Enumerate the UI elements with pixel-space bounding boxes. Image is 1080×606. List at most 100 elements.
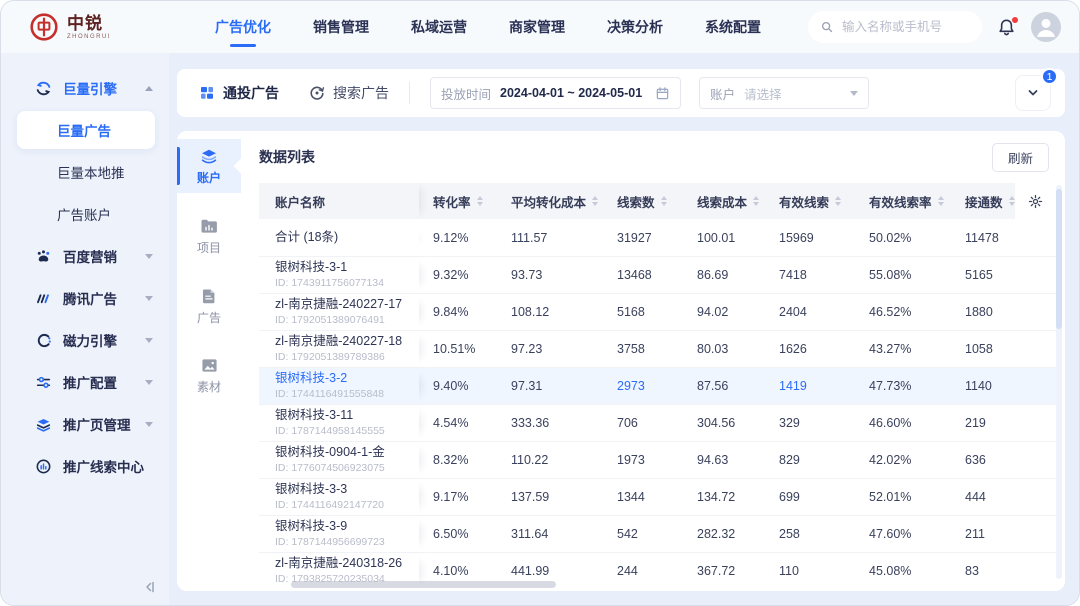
account-name-cell[interactable]: 银树科技-0904-1-金ID: 1776074506923075 xyxy=(259,445,419,475)
nav-item-system-config[interactable]: 系统配置 xyxy=(705,17,761,37)
search-input[interactable] xyxy=(840,19,970,35)
column-header-3[interactable]: 线索数 xyxy=(603,183,683,219)
sidebar-item-promo-config[interactable]: 推广配置 xyxy=(1,361,169,403)
metric-cell: 1973 xyxy=(603,453,683,467)
account-id: ID: 1744116491555848 xyxy=(275,388,419,401)
account-name[interactable]: 银树科技-3-1 xyxy=(275,260,419,276)
metric-cell: 83 xyxy=(951,564,1015,578)
oceanengine-icon xyxy=(35,80,54,97)
sidebar-item-oceanengine[interactable]: 巨量引擎 xyxy=(1,67,169,109)
gauge-icon xyxy=(309,85,325,101)
date-range-picker[interactable]: 投放时间 2024-04-01 ~ 2024-05-01 xyxy=(430,77,681,109)
user-avatar[interactable] xyxy=(1031,12,1061,42)
table-row[interactable]: 银树科技-3-2ID: 17441164915558489.40%97.3129… xyxy=(259,367,1057,404)
account-id: ID: 1744116492147720 xyxy=(275,499,419,512)
table-row[interactable]: zl-南京捷融-240227-18ID: 179205138978938610.… xyxy=(259,330,1057,367)
table-row[interactable]: 银树科技-3-11ID: 17871449581455554.54%333.36… xyxy=(259,404,1057,441)
account-name-cell[interactable]: zl-南京捷融-240227-17ID: 1792051389076491 xyxy=(259,297,419,327)
column-settings-button[interactable] xyxy=(1015,183,1055,219)
nav-item-private-domain[interactable]: 私域运营 xyxy=(411,17,467,37)
column-header-4[interactable]: 线索成本 xyxy=(683,183,765,219)
metric-cell: 10.51% xyxy=(419,342,497,356)
sort-icon[interactable] xyxy=(835,196,841,206)
metric-cell: 15969 xyxy=(765,231,855,245)
sidebar-item-leads-center[interactable]: 推广线索中心 xyxy=(1,445,169,487)
account-select[interactable]: 账户 请选择 xyxy=(699,77,869,109)
metric-cell: 1880 xyxy=(951,305,1015,319)
nav-item-decision-analysis[interactable]: 决策分析 xyxy=(607,17,663,37)
entity-tab-label: 账户 xyxy=(197,169,221,186)
account-name: 合计 (18条) xyxy=(275,230,419,246)
account-name[interactable]: 银树科技-3-3 xyxy=(275,482,419,498)
summary-row: 合计 (18条)9.12%111.5731927100.011596950.02… xyxy=(259,219,1057,256)
filter-collapse-button[interactable]: 1 xyxy=(1015,75,1051,111)
account-name[interactable]: 银树科技-3-2 xyxy=(275,371,419,387)
metric-cell: 282.32 xyxy=(683,527,765,541)
account-name-cell: 合计 (18条) xyxy=(259,230,419,246)
nav-item-ad-optimization[interactable]: 广告优化 xyxy=(215,17,271,37)
account-name[interactable]: 银树科技-0904-1-金 xyxy=(275,445,419,461)
account-name[interactable]: zl-南京捷融-240227-18 xyxy=(275,334,419,350)
metric-cell: 1626 xyxy=(765,342,855,356)
entity-tab-material[interactable]: 素材 xyxy=(177,349,241,403)
entity-tab-project[interactable]: 项目 xyxy=(177,209,241,263)
table-row[interactable]: zl-南京捷融-240318-26ID: 17938257202350344.1… xyxy=(259,552,1057,583)
sort-icon[interactable] xyxy=(938,196,944,206)
entity-tabs: 账户 项目 广告 素材 xyxy=(177,131,241,591)
column-header-7[interactable]: 接通数 xyxy=(951,183,1015,219)
table-row[interactable]: 银树科技-3-3ID: 17441164921477209.17%137.591… xyxy=(259,478,1057,515)
account-name[interactable]: zl-南京捷融-240227-17 xyxy=(275,297,419,313)
account-name-cell[interactable]: 银树科技-3-9ID: 1787144956699723 xyxy=(259,519,419,549)
metric-cell[interactable]: 2973 xyxy=(603,379,683,393)
account-name-cell[interactable]: 银树科技-3-1ID: 1743911756077134 xyxy=(259,260,419,290)
sort-icon[interactable] xyxy=(592,196,598,206)
sidebar-collapse-icon[interactable] xyxy=(141,579,157,595)
entity-tab-account[interactable]: 账户 xyxy=(177,139,241,193)
account-name-cell[interactable]: 银树科技-3-2ID: 1744116491555848 xyxy=(259,371,419,401)
metric-cell: 110 xyxy=(765,564,855,578)
sidebar-subitem-juliang-local[interactable]: 巨量本地推 xyxy=(1,151,169,193)
account-name[interactable]: 银树科技-3-9 xyxy=(275,519,419,535)
table-row[interactable]: 银树科技-3-9ID: 17871449566997236.50%311.645… xyxy=(259,515,1057,552)
column-header-2[interactable]: 平均转化成本 xyxy=(497,183,603,219)
metric-cell[interactable]: 1419 xyxy=(765,379,855,393)
tab-feed-ads[interactable]: 通投广告 xyxy=(199,83,279,103)
sidebar-item-baidu[interactable]: 百度营销 xyxy=(1,235,169,277)
sidebar-item-promo-pages[interactable]: 推广页管理 xyxy=(1,403,169,445)
sidebar-subitem-ad-accounts[interactable]: 广告账户 xyxy=(1,193,169,235)
sidebar-subitem-juliang-ads[interactable]: 巨量广告 xyxy=(17,111,155,149)
notification-bell[interactable] xyxy=(997,18,1016,37)
account-name-cell[interactable]: 银树科技-3-11ID: 1787144958145555 xyxy=(259,408,419,438)
refresh-button[interactable]: 刷新 xyxy=(992,143,1049,172)
account-name-cell[interactable]: zl-南京捷融-240227-18ID: 1792051389789386 xyxy=(259,334,419,364)
account-name[interactable]: zl-南京捷融-240318-26 xyxy=(275,556,419,572)
chevron-down-icon xyxy=(145,422,153,427)
sort-icon[interactable] xyxy=(753,196,759,206)
vertical-scrollbar-thumb[interactable] xyxy=(1056,189,1062,329)
column-header-5[interactable]: 有效线索 xyxy=(765,183,855,219)
sidebar-item-magnetic-engine[interactable]: 磁力引擎 xyxy=(1,319,169,361)
data-panel: 账户 项目 广告 素材 数据列表 xyxy=(177,131,1065,591)
leads-center-icon xyxy=(35,458,54,475)
metric-cell: 211 xyxy=(951,527,1015,541)
account-name-cell[interactable]: zl-南京捷融-240318-26ID: 1793825720235034 xyxy=(259,556,419,583)
global-search[interactable] xyxy=(808,11,982,43)
sort-icon[interactable] xyxy=(477,196,483,206)
sidebar-item-label: 腾讯广告 xyxy=(63,288,117,308)
account-name-cell[interactable]: 银树科技-3-3ID: 1744116492147720 xyxy=(259,482,419,512)
nav-item-merchant-management[interactable]: 商家管理 xyxy=(509,17,565,37)
nav-item-sales-management[interactable]: 销售管理 xyxy=(313,17,369,37)
column-header-6[interactable]: 有效线索率 xyxy=(855,183,951,219)
sort-icon[interactable] xyxy=(1009,196,1015,206)
tab-search-ads[interactable]: 搜索广告 xyxy=(309,83,389,103)
entity-tab-ad[interactable]: 广告 xyxy=(177,279,241,333)
sidebar-item-tencent-ads[interactable]: 腾讯广告 xyxy=(1,277,169,319)
table-row[interactable]: 银树科技-3-1ID: 17439117560771349.32%93.7313… xyxy=(259,256,1057,293)
table-row[interactable]: 银树科技-0904-1-金ID: 17760745069230758.32%11… xyxy=(259,441,1057,478)
metric-cell: 699 xyxy=(765,490,855,504)
sort-icon[interactable] xyxy=(661,196,667,206)
table-row[interactable]: zl-南京捷融-240227-17ID: 17920513890764919.8… xyxy=(259,293,1057,330)
account-name[interactable]: 银树科技-3-11 xyxy=(275,408,419,424)
column-header-1[interactable]: 转化率 xyxy=(419,183,497,219)
tencent-ads-icon xyxy=(35,290,54,307)
